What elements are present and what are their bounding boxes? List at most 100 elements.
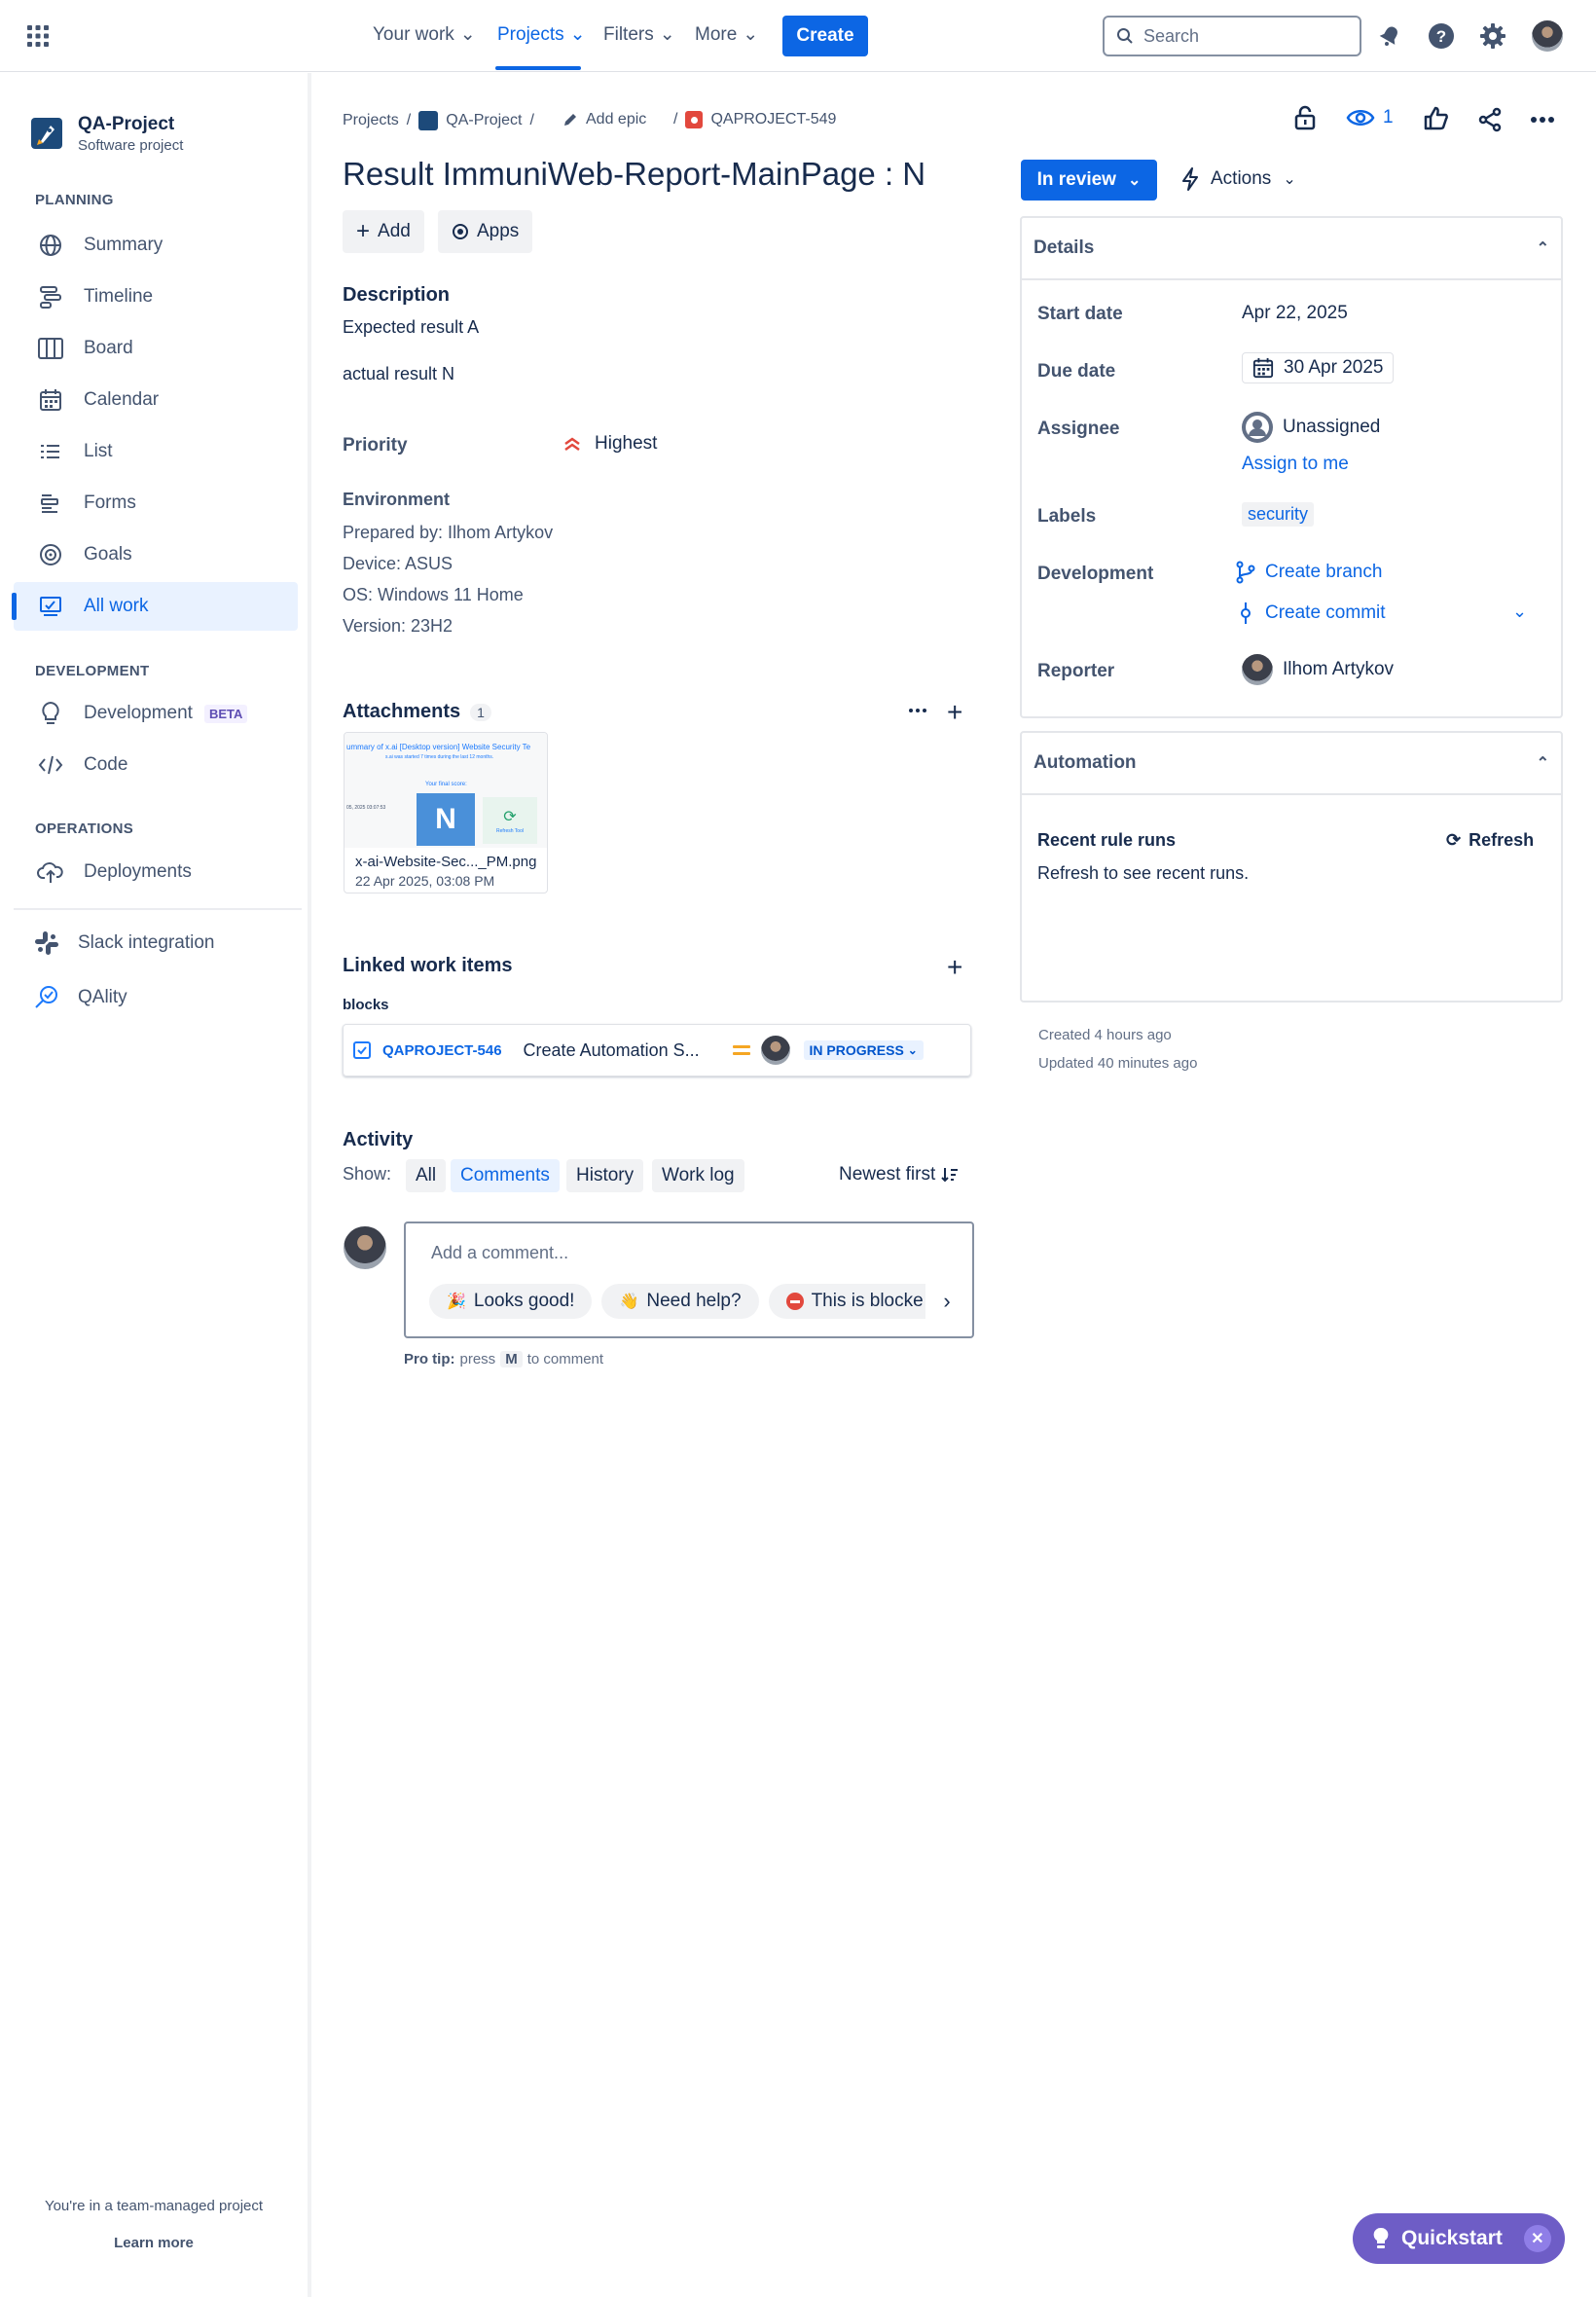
sidebar-item-development[interactable]: Development BETA — [14, 689, 298, 738]
watchers-count: 1 — [1383, 107, 1394, 128]
activity-filter-history[interactable]: History — [566, 1159, 644, 1192]
create-commit-label: Create commit — [1265, 602, 1386, 623]
calendar-icon — [1252, 357, 1274, 379]
activity-filter-all[interactable]: All — [406, 1159, 447, 1192]
description-line[interactable]: Expected result A — [343, 317, 479, 338]
sidebar-item-slack[interactable]: Slack integration — [14, 919, 298, 967]
chevron-down-icon: ⌄ — [659, 24, 675, 45]
add-linked-item-icon[interactable]: + — [947, 954, 962, 981]
lock-icon[interactable] — [1293, 105, 1317, 130]
automation-panel-header[interactable]: Automation ⌃ — [1022, 733, 1561, 795]
assign-to-me-link[interactable]: Assign to me — [1242, 454, 1349, 475]
share-icon[interactable] — [1477, 107, 1503, 132]
quick-reply-need-help[interactable]: 👋 Need help? — [601, 1284, 759, 1319]
description-line[interactable]: actual result N — [343, 364, 454, 384]
thumb-date: 05, 2025 03:07:53 — [346, 805, 386, 811]
sort-order-button[interactable]: Newest first — [839, 1164, 959, 1185]
pro-tip-press: press — [459, 1351, 496, 1367]
linked-item-row[interactable]: QAPROJECT-546 Create Automation S... IN … — [343, 1024, 971, 1076]
close-icon[interactable]: ✕ — [1523, 2225, 1551, 2252]
watch-button[interactable]: 1 — [1346, 107, 1394, 128]
breadcrumb-project[interactable]: QA-Project — [446, 112, 522, 129]
settings-gear-icon[interactable] — [1478, 21, 1507, 51]
more-actions-icon[interactable] — [1530, 111, 1555, 128]
breadcrumb-projects[interactable]: Projects — [343, 112, 399, 129]
search-input[interactable]: Search — [1103, 16, 1361, 56]
chevron-up-icon[interactable]: ⌃ — [1537, 238, 1549, 258]
activity-show-label: Show: — [343, 1164, 392, 1184]
sidebar-item-list[interactable]: List — [14, 427, 298, 476]
help-icon[interactable]: ? — [1427, 21, 1456, 51]
create-branch-link[interactable]: Create branch — [1236, 561, 1382, 584]
chevron-down-icon[interactable]: ⌄ — [1512, 602, 1527, 622]
chevron-right-icon[interactable]: › — [929, 1284, 964, 1319]
attachments-more-icon[interactable] — [908, 701, 927, 720]
chevron-up-icon[interactable]: ⌃ — [1537, 753, 1549, 773]
start-date-label: Start date — [1037, 304, 1123, 324]
add-epic-link[interactable]: Add epic — [562, 111, 646, 128]
linked-item-status[interactable]: IN PROGRESS ⌄ — [803, 1040, 924, 1060]
add-attachment-icon[interactable]: + — [947, 699, 962, 726]
due-date-value[interactable]: 30 Apr 2025 — [1242, 352, 1395, 383]
thumbs-up-icon[interactable] — [1424, 106, 1449, 131]
sidebar-item-deployments[interactable]: Deployments — [14, 848, 298, 896]
start-date-value[interactable]: Apr 22, 2025 — [1242, 303, 1348, 324]
sidebar-item-qality[interactable]: QAlity — [14, 973, 298, 1022]
activity-filter-work-log[interactable]: Work log — [652, 1159, 744, 1192]
qality-icon — [33, 984, 60, 1011]
issue-title[interactable]: Result ImmuniWeb-Report-MainPage : N — [343, 156, 925, 193]
medium-priority-icon — [732, 1043, 751, 1057]
slack-icon — [33, 930, 60, 957]
notifications-icon[interactable] — [1375, 21, 1404, 51]
nav-your-work[interactable]: Your work ⌄ — [373, 23, 476, 46]
labels-label: Labels — [1037, 506, 1097, 527]
nav-more[interactable]: More ⌄ — [695, 23, 758, 46]
labels-value[interactable]: security — [1242, 502, 1315, 527]
refresh-button[interactable]: ⟳ Refresh — [1446, 830, 1534, 851]
activity-filter-comments[interactable]: Comments — [451, 1159, 560, 1192]
nav-filters[interactable]: Filters ⌄ — [603, 23, 675, 46]
sidebar-item-goals[interactable]: Goals — [14, 530, 298, 579]
reporter-value[interactable]: Ilhom Artykov — [1242, 654, 1394, 685]
code-icon — [37, 751, 64, 779]
comment-editor[interactable]: Add a comment... 🎉 Looks good! 👋 Need he… — [404, 1221, 974, 1338]
create-commit-link[interactable]: Create commit — [1236, 602, 1386, 625]
details-panel-header[interactable]: Details ⌃ — [1022, 218, 1561, 280]
label-tag[interactable]: security — [1242, 502, 1315, 527]
status-dropdown[interactable]: In review ⌄ — [1021, 160, 1157, 201]
quickstart-button[interactable]: Quickstart ✕ — [1353, 2213, 1565, 2264]
apps-button[interactable]: Apps — [438, 210, 533, 253]
assignee-value[interactable]: Unassigned — [1242, 412, 1380, 443]
linked-item-summary[interactable]: Create Automation S... — [524, 1040, 732, 1061]
quick-reply-blocked[interactable]: This is blocke — [768, 1284, 925, 1319]
actions-dropdown[interactable]: Actions ⌄ — [1181, 167, 1296, 191]
chevron-down-icon: ⌄ — [1283, 171, 1296, 188]
user-avatar[interactable] — [1532, 20, 1563, 52]
app-switcher-icon[interactable] — [25, 23, 51, 49]
attachment-card[interactable]: ummary of x.ai [Desktop version] Website… — [344, 732, 548, 893]
environment-line[interactable]: Prepared by: Ilhom Artykov — [343, 523, 553, 543]
quick-reply-looks-good[interactable]: 🎉 Looks good! — [429, 1284, 593, 1319]
environment-line[interactable]: Version: 23H2 — [343, 616, 453, 637]
sidebar-item-calendar[interactable]: Calendar — [14, 376, 298, 424]
linked-item-key[interactable]: QAPROJECT-546 — [382, 1042, 502, 1059]
learn-more-link[interactable]: Learn more — [0, 2235, 308, 2251]
sidebar-item-code[interactable]: Code — [14, 741, 298, 789]
updated-timestamp: Updated 40 minutes ago — [1038, 1055, 1198, 1072]
priority-value[interactable]: Highest — [563, 433, 657, 455]
sidebar-item-summary[interactable]: Summary — [14, 221, 298, 270]
linked-item-assignee-avatar — [760, 1036, 790, 1065]
timeline-icon — [37, 283, 64, 310]
sidebar-item-board[interactable]: Board — [14, 324, 298, 373]
nav-projects[interactable]: Projects ⌄ — [497, 23, 586, 46]
refresh-hint: Refresh to see recent runs. — [1037, 863, 1250, 883]
add-button[interactable]: + Add — [343, 210, 424, 253]
project-name[interactable]: QA-Project — [78, 114, 174, 135]
sidebar-item-timeline[interactable]: Timeline — [14, 273, 298, 321]
environment-line[interactable]: OS: Windows 11 Home — [343, 585, 524, 605]
create-button[interactable]: Create — [782, 16, 868, 56]
sidebar-item-all-work[interactable]: All work — [14, 582, 298, 631]
breadcrumb-issue[interactable]: / QAPROJECT-549 — [673, 111, 836, 128]
environment-line[interactable]: Device: ASUS — [343, 554, 453, 574]
sidebar-item-forms[interactable]: Forms — [14, 479, 298, 528]
